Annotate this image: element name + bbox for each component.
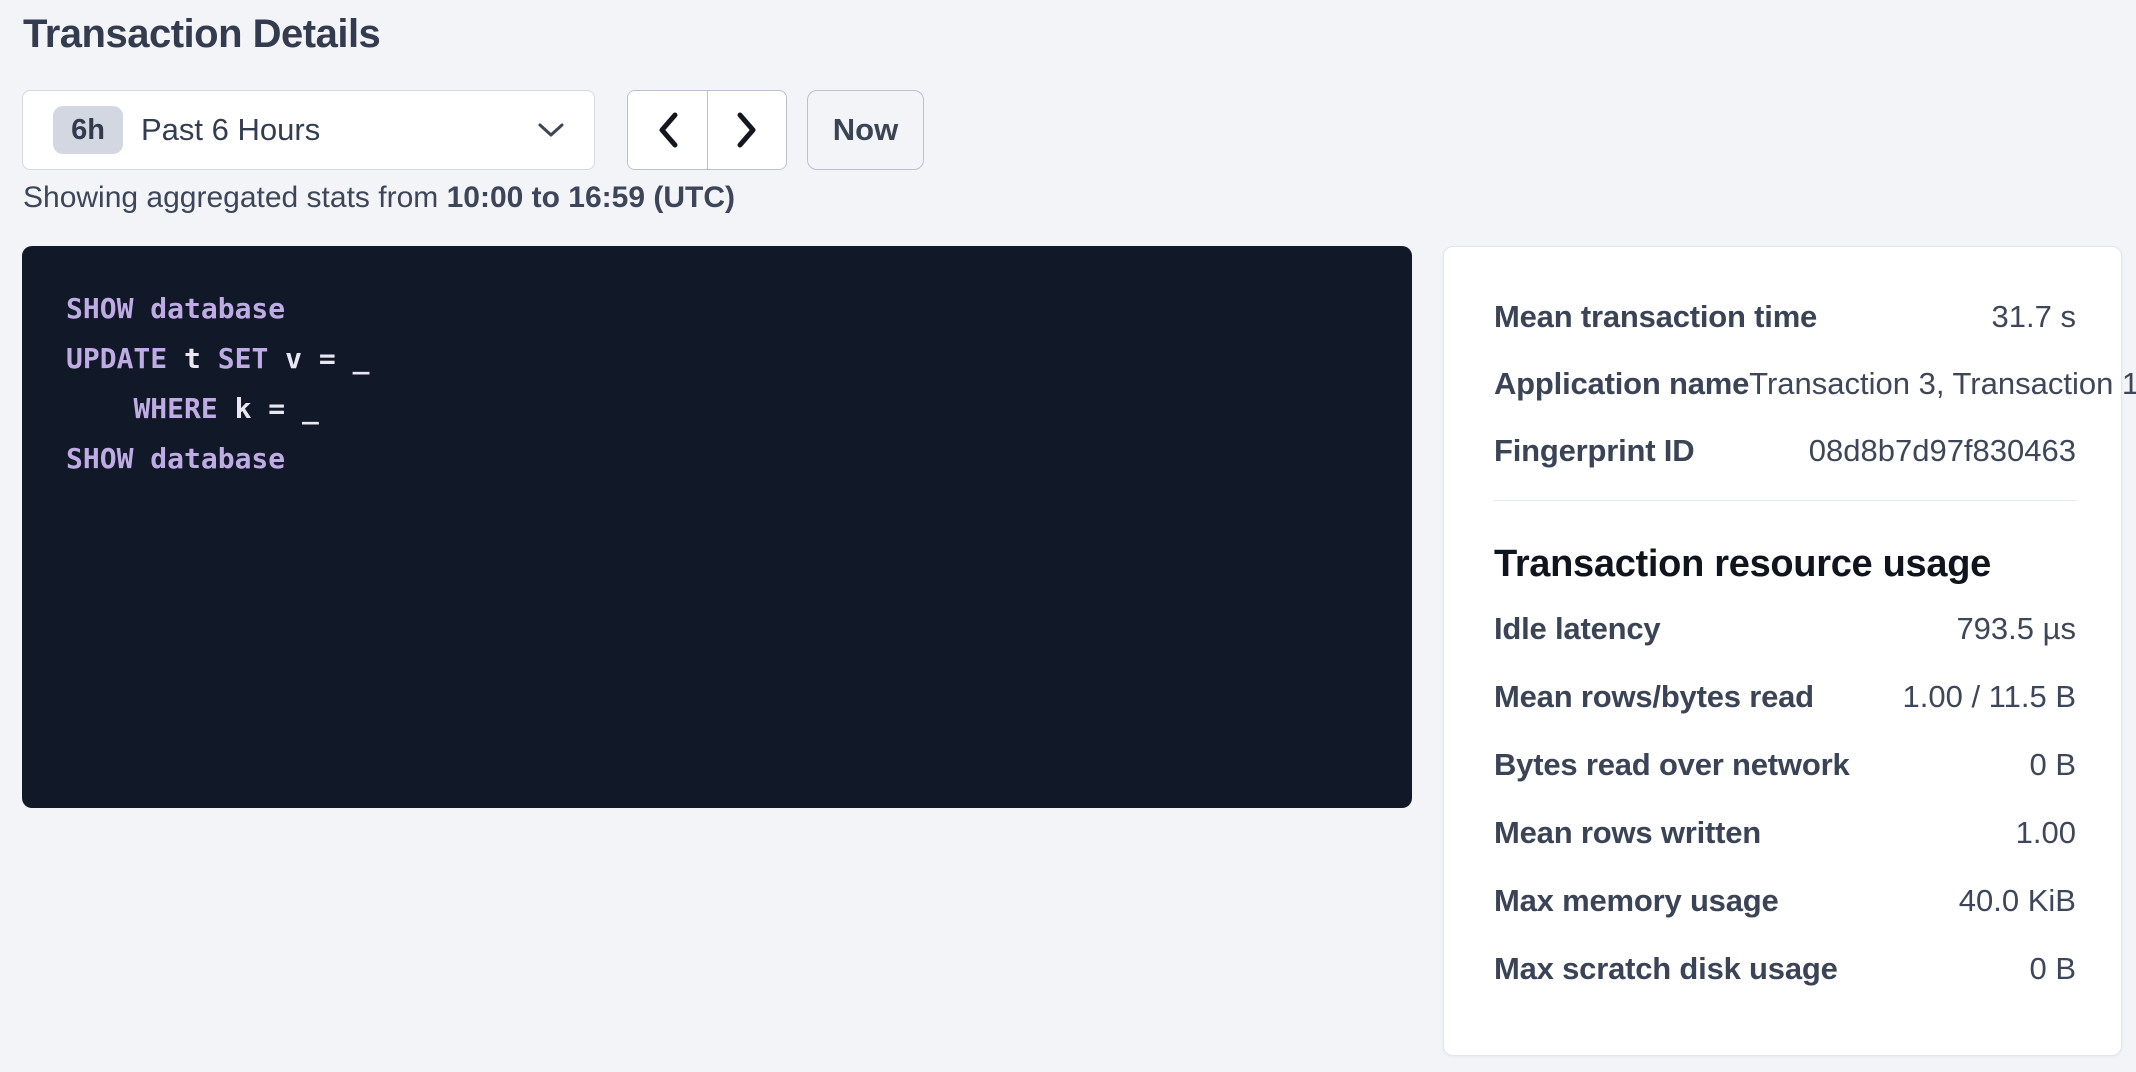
stat-label: Application name — [1494, 366, 1749, 402]
stat-row: Max scratch disk usage 0 B — [1494, 951, 2076, 985]
stat-label: Max memory usage — [1494, 883, 1779, 919]
time-controls: 6h Past 6 Hours — [22, 90, 924, 170]
sql-text: t — [167, 342, 218, 375]
sql-code-line: SHOW database — [66, 284, 1368, 334]
stat-value: 1.00 — [2016, 815, 2076, 851]
stat-label: Max scratch disk usage — [1494, 951, 1838, 987]
caption-range: 10:00 to 16:59 (UTC) — [447, 181, 735, 214]
sql-code-line: SHOW database — [66, 434, 1368, 484]
resource-usage-heading: Transaction resource usage — [1494, 541, 2076, 587]
stat-value: 0 B — [2029, 747, 2076, 783]
sql-keyword: SHOW database — [66, 442, 285, 475]
time-range-label: Past 6 Hours — [141, 112, 320, 148]
stat-row: Bytes read over network 0 B — [1494, 747, 2076, 781]
chevron-left-icon — [656, 111, 680, 149]
stat-value: 793.5 µs — [1956, 611, 2076, 647]
stat-row: Max memory usage 40.0 KiB — [1494, 883, 2076, 917]
transaction-details-page: Transaction Details 6h Past 6 Hours — [0, 0, 2136, 1072]
time-range-badge: 6h — [53, 106, 123, 154]
summary-rows: Mean transaction time 31.7 s Application n… — [1494, 299, 2076, 467]
stat-row: Fingerprint ID 08d8b7d97f830463 — [1494, 433, 2076, 467]
sql-text: v = _ — [268, 342, 369, 375]
sql-keyword: SET — [218, 342, 269, 375]
sql-keyword: WHERE — [133, 392, 217, 425]
stat-value: 31.7 s — [1992, 299, 2076, 335]
stat-value: 08d8b7d97f830463 — [1809, 433, 2076, 469]
sql-code: SHOW database UPDATE t SET v = _ WHERE k … — [66, 284, 1368, 484]
time-range-dropdown[interactable]: 6h Past 6 Hours — [22, 90, 595, 170]
stat-value: 40.0 KiB — [1959, 883, 2076, 919]
sql-text — [66, 392, 133, 425]
page-title: Transaction Details — [23, 12, 380, 57]
panel-divider — [1494, 500, 2076, 501]
stat-row: Mean rows/bytes read 1.00 / 11.5 B — [1494, 679, 2076, 713]
previous-interval-button[interactable] — [628, 91, 707, 169]
stat-label: Mean transaction time — [1494, 299, 1817, 335]
caption-prefix: Showing aggregated stats from — [23, 181, 447, 214]
stat-label: Fingerprint ID — [1494, 433, 1694, 469]
aggregated-stats-caption: Showing aggregated stats from 10:00 to 1… — [23, 181, 735, 215]
sql-code-line: WHERE k = _ — [66, 384, 1368, 434]
time-step-button-group — [627, 90, 787, 170]
sql-keyword: SHOW database — [66, 292, 285, 325]
stat-label: Bytes read over network — [1494, 747, 1850, 783]
stat-label: Mean rows written — [1494, 815, 1761, 851]
stat-row: Idle latency 793.5 µs — [1494, 611, 2076, 645]
sql-text: k = _ — [218, 392, 319, 425]
stat-value: 1.00 / 11.5 B — [1903, 679, 2077, 715]
stat-row: Application nameTransaction 3, Transacti… — [1494, 366, 2076, 400]
next-interval-button[interactable] — [707, 91, 786, 169]
stat-label: Idle latency — [1494, 611, 1660, 647]
sql-statement-box: SHOW database UPDATE t SET v = _ WHERE k … — [22, 246, 1412, 808]
stat-value: Transaction 3, Transaction 1 — [1749, 366, 2136, 402]
stat-label: Mean rows/bytes read — [1494, 679, 1814, 715]
stat-row: Mean transaction time 31.7 s — [1494, 299, 2076, 333]
transaction-details-panel: Mean transaction time 31.7 s Application n… — [1443, 246, 2122, 1056]
stat-value: 0 B — [2029, 951, 2076, 987]
chevron-down-icon — [536, 121, 566, 139]
usage-rows: Idle latency 793.5 µs Mean rows/bytes read… — [1494, 611, 2076, 985]
stat-row: Mean rows written 1.00 — [1494, 815, 2076, 849]
chevron-right-icon — [735, 111, 759, 149]
sql-keyword: UPDATE — [66, 342, 167, 375]
sql-code-line: UPDATE t SET v = _ — [66, 334, 1368, 384]
now-button[interactable]: Now — [807, 90, 924, 170]
